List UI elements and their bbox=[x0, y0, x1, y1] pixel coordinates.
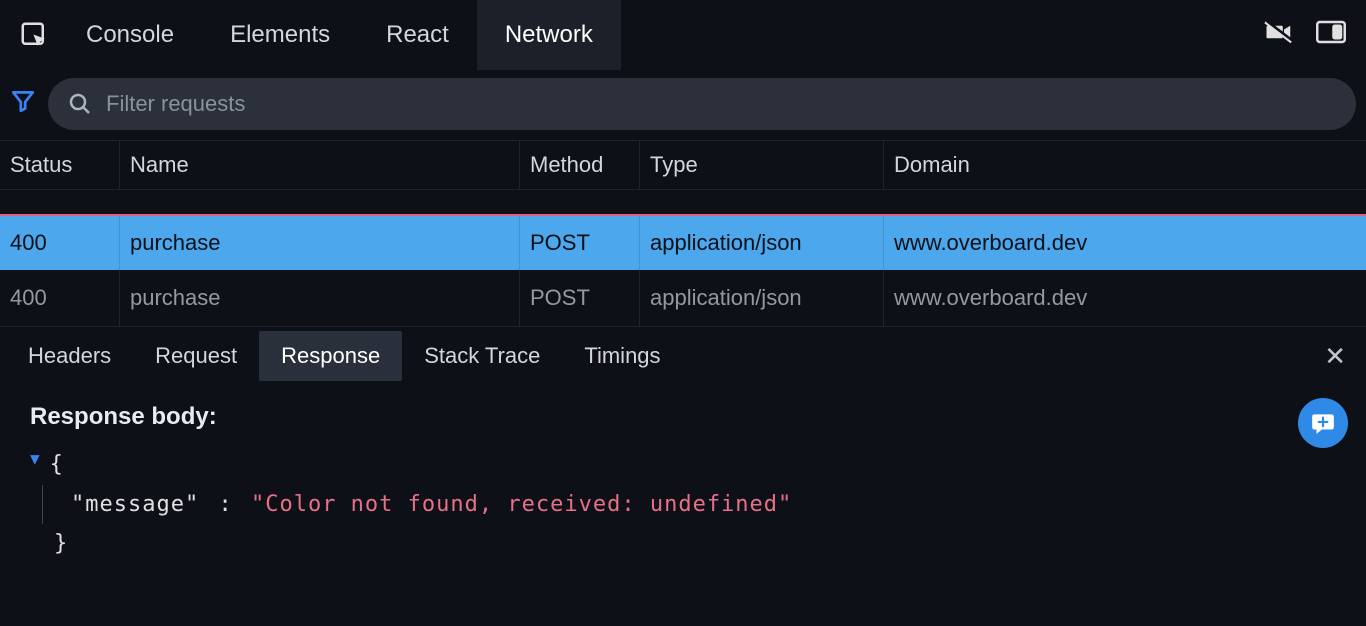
tab-elements[interactable]: Elements bbox=[202, 0, 358, 70]
cell-status: 400 bbox=[0, 216, 120, 270]
top-tabs: Console Elements React Network bbox=[58, 0, 621, 70]
inspect-element-icon[interactable] bbox=[10, 20, 58, 50]
close-icon[interactable]: ✕ bbox=[1310, 341, 1360, 372]
chat-help-button[interactable] bbox=[1298, 398, 1348, 448]
column-header-name[interactable]: Name bbox=[120, 141, 520, 189]
search-icon bbox=[68, 92, 92, 116]
dock-panel-icon[interactable] bbox=[1316, 19, 1346, 51]
cell-type: application/json bbox=[640, 216, 884, 270]
tab-stack-trace[interactable]: Stack Trace bbox=[402, 331, 562, 381]
cell-type: application/json bbox=[640, 270, 884, 326]
table-row[interactable] bbox=[0, 190, 1366, 214]
tab-request[interactable]: Request bbox=[133, 331, 259, 381]
camera-off-icon[interactable] bbox=[1264, 19, 1294, 51]
tab-network[interactable]: Network bbox=[477, 0, 621, 70]
cell-method: POST bbox=[520, 270, 640, 326]
cell-domain: www.overboard.dev bbox=[884, 270, 1366, 326]
filter-row bbox=[0, 70, 1366, 140]
table-row[interactable]: 400 purchase POST application/json www.o… bbox=[0, 270, 1366, 326]
top-bar: Console Elements React Network bbox=[0, 0, 1366, 70]
cell-method: POST bbox=[520, 216, 640, 270]
cell-domain: www.overboard.dev bbox=[884, 216, 1366, 270]
json-viewer[interactable]: ▼ { "message" : "Color not found, receiv… bbox=[30, 445, 1336, 564]
tab-headers[interactable]: Headers bbox=[6, 331, 133, 381]
response-body-title: Response body: bbox=[30, 403, 1336, 431]
json-value: "Color not found, received: undefined" bbox=[251, 492, 792, 517]
tab-console[interactable]: Console bbox=[58, 0, 202, 70]
detail-tabs: Headers Request Response Stack Trace Tim… bbox=[0, 327, 1366, 385]
column-header-type[interactable]: Type bbox=[640, 141, 884, 189]
table-row[interactable]: 400 purchase POST application/json www.o… bbox=[0, 214, 1366, 270]
column-header-method[interactable]: Method bbox=[520, 141, 640, 189]
filter-input-wrapper[interactable] bbox=[48, 78, 1356, 130]
detail-panel: Headers Request Response Stack Trace Tim… bbox=[0, 326, 1366, 582]
filter-icon[interactable] bbox=[10, 88, 36, 120]
cell-name: purchase bbox=[120, 270, 520, 326]
column-header-domain[interactable]: Domain bbox=[884, 141, 1366, 189]
cell-status: 400 bbox=[0, 270, 120, 326]
network-table-header: Status Name Method Type Domain bbox=[0, 140, 1366, 190]
top-right-icons bbox=[1264, 19, 1356, 51]
json-close-brace: } bbox=[54, 524, 67, 564]
column-header-status[interactable]: Status bbox=[0, 141, 120, 189]
json-key: "message" bbox=[71, 492, 199, 517]
cell-name: purchase bbox=[120, 216, 520, 270]
tab-react[interactable]: React bbox=[358, 0, 477, 70]
response-body-section: Response body: ▼ { "message" : "Color no… bbox=[0, 385, 1366, 582]
caret-down-icon[interactable]: ▼ bbox=[30, 445, 40, 474]
tab-timings[interactable]: Timings bbox=[562, 331, 682, 381]
json-colon: : bbox=[199, 492, 251, 517]
network-table-body[interactable]: 400 purchase POST application/json www.o… bbox=[0, 190, 1366, 326]
json-open-brace: { bbox=[50, 445, 63, 485]
tab-response[interactable]: Response bbox=[259, 331, 402, 381]
filter-input[interactable] bbox=[106, 91, 1336, 117]
